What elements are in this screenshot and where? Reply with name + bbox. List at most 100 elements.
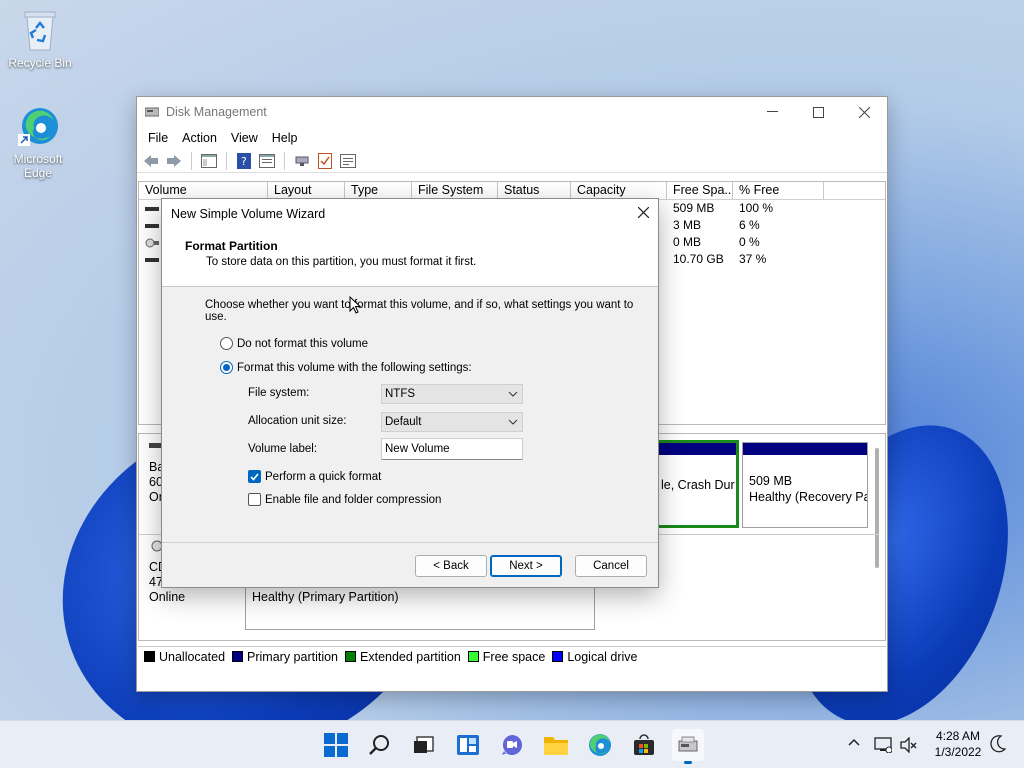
edge-icon [589,734,611,756]
wizard-titlebar[interactable]: New Simple Volume Wizard [162,199,658,229]
disk-management-icon [678,736,698,752]
minimize-button[interactable] [749,97,795,127]
file-system-label: File system: [248,387,310,399]
connect-button[interactable] [292,151,312,171]
wizard-header: Format Partition To store data on this p… [162,229,658,287]
checkbox-checked[interactable] [248,470,261,483]
toolbar-separator [226,151,227,170]
toolbar-separator [191,151,192,170]
volume-label-value: New Volume [385,443,450,455]
file-explorer-button[interactable] [540,729,572,761]
teams-chat-icon [502,735,522,755]
cancel-button[interactable]: Cancel [575,555,647,577]
show-hidden-icons-button[interactable] [848,735,860,749]
wizard-divider [162,542,658,543]
legend-primary: Primary partition [232,650,338,664]
checkbox-unchecked[interactable] [248,493,261,506]
chat-button[interactable] [496,729,528,761]
task-view-button[interactable] [408,729,440,761]
edge-shortcut[interactable]: Microsoft Edge [0,104,76,180]
maximize-button[interactable] [795,97,841,127]
volume-label-input[interactable]: New Volume [381,438,523,460]
column-layout[interactable]: Layout [268,182,345,199]
next-button[interactable]: Next > [490,555,562,577]
quick-format-checkbox[interactable]: Perform a quick format [248,470,381,483]
wizard-body: Choose whether you want to format this v… [162,287,658,587]
close-icon [858,106,870,118]
back-arrow-icon [144,154,158,167]
search-icon [369,735,389,755]
partition-cd-primary[interactable]: Healthy (Primary Partition) [245,584,595,630]
column-free-space[interactable]: Free Spa... [667,182,733,199]
properties-icon [259,153,275,168]
percent-free-value: 37 % [739,252,767,266]
radio-format-volume[interactable]: Format this volume with the following se… [220,361,472,374]
edge-taskbar-button[interactable] [584,729,616,761]
search-button[interactable] [364,729,396,761]
back-button[interactable] [141,151,161,171]
volume-tray-button[interactable] [900,736,918,756]
properties-button[interactable] [257,151,277,171]
column-status[interactable]: Status [498,182,571,199]
clock-time: 4:28 AM [935,729,981,743]
compression-checkbox[interactable]: Enable file and folder compression [248,493,441,506]
show-hide-tree-button[interactable] [199,151,219,171]
legend-label: Unallocated [159,649,226,664]
column-volume[interactable]: Volume [139,182,268,199]
back-button[interactable]: < Back [415,555,487,577]
column-file-system[interactable]: File System [412,182,498,199]
radio-button-selected[interactable] [220,361,233,374]
help-button[interactable]: ? [234,151,254,171]
connect-icon [295,156,309,166]
windows-start-icon [324,733,348,757]
file-system-select[interactable]: NTFS [381,384,523,404]
partition-recovery[interactable]: 509 MB Healthy (Recovery Pa [742,442,868,528]
menu-view[interactable]: View [224,129,265,147]
legend-unallocated: Unallocated [144,650,225,664]
notification-button[interactable] [990,735,1007,756]
column-capacity[interactable]: Capacity [571,182,667,199]
edge-label-line2: Edge [23,166,53,180]
close-button[interactable] [841,97,887,127]
disk-management-taskbar-button[interactable] [672,729,704,764]
toolbar-separator [284,151,285,170]
radio-do-not-format[interactable]: Do not format this volume [220,337,368,350]
edge-label-line1: Microsoft [13,152,63,166]
column-percent-free[interactable]: % Free [733,182,824,199]
partition-crash-dump[interactable]: le, Crash Dur [659,440,739,528]
legend: Unallocated Primary partition Extended p… [138,646,886,666]
allocation-unit-value: Default [385,416,422,428]
menu-action[interactable]: Action [175,129,224,147]
store-button[interactable] [628,729,660,761]
settings-button[interactable] [338,151,358,171]
recycle-bin-shortcut[interactable]: Recycle Bin [2,8,78,70]
taskbar-clock[interactable]: 4:28 AM 1/3/2022 [922,728,994,760]
vertical-scrollbar[interactable] [875,448,879,568]
clock-date: 1/3/2022 [934,745,982,759]
menu-file[interactable]: File [141,129,175,147]
column-type[interactable]: Type [345,182,412,199]
free-space-value: 10.70 GB [673,252,724,266]
wizard-close-button[interactable] [628,205,658,223]
wizard-title: New Simple Volume Wizard [171,207,326,221]
forward-arrow-icon [167,154,181,167]
widgets-button[interactable] [452,729,484,761]
partition-crash-text: le, Crash Dur [661,478,735,492]
partition-recovery-size: 509 MB [749,474,793,488]
legend-free-space: Free space [467,650,545,664]
checklist-button[interactable] [315,151,335,171]
start-button[interactable] [320,729,352,761]
free-space-value: 3 MB [673,218,702,232]
radio-button[interactable] [220,337,233,350]
partition-color-bar [659,443,736,455]
menu-help[interactable]: Help [265,129,305,147]
cd-drive-icon [145,238,159,247]
network-tray-button[interactable] [874,737,893,756]
settings-list-icon [340,153,356,168]
window-titlebar[interactable]: Disk Management [137,97,887,127]
allocation-unit-select[interactable]: Default [381,412,523,432]
forward-button[interactable] [164,151,184,171]
quick-format-label: Perform a quick format [265,470,382,483]
console-tree-icon [201,153,217,168]
mouse-cursor-icon [349,296,361,314]
